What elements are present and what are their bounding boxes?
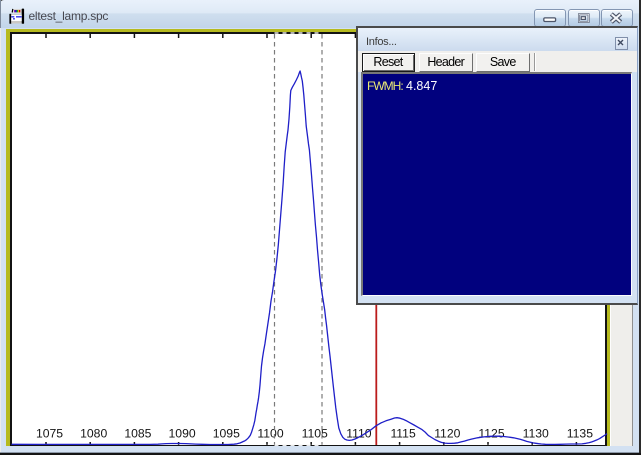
svg-text:1110: 1110 [346,427,372,441]
svg-text:1095: 1095 [213,427,240,441]
svg-text:1085: 1085 [124,427,151,441]
svg-text:1090: 1090 [169,427,196,441]
svg-text:1120: 1120 [434,427,460,441]
svg-text:1075: 1075 [36,427,63,441]
svg-text:1105: 1105 [302,427,328,441]
svg-text:1125: 1125 [478,427,504,441]
svg-text:1135: 1135 [567,427,593,441]
svg-text:1115: 1115 [390,427,416,441]
svg-text:1100: 1100 [257,427,283,441]
svg-text:1130: 1130 [523,427,549,441]
svg-text:1080: 1080 [80,427,107,441]
